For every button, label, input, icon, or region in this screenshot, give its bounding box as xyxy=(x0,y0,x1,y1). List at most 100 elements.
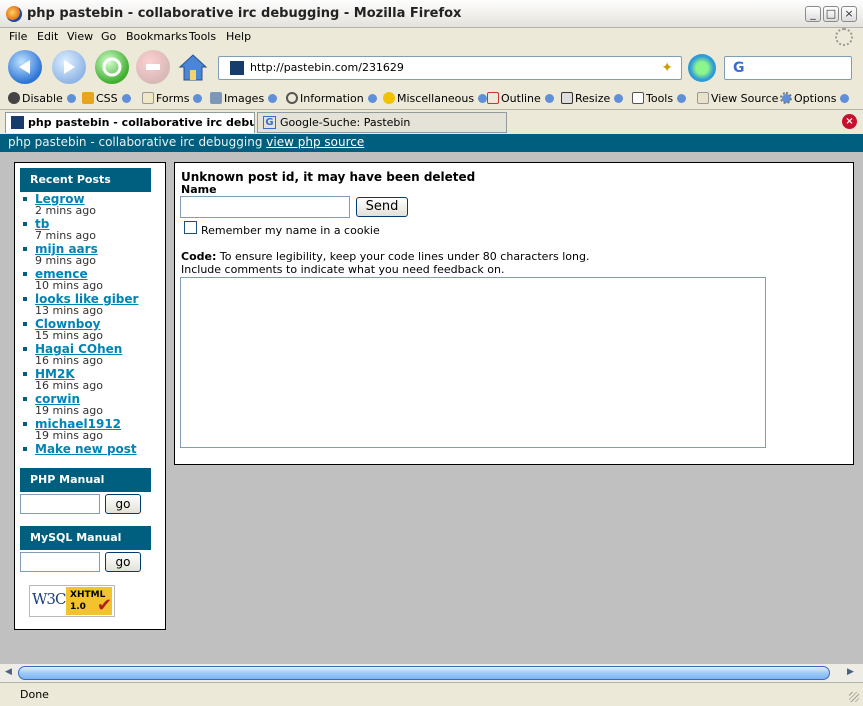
close-tab-icon[interactable]: × xyxy=(842,114,857,129)
page-content: Recent Posts Legrow 2 mins ago tb 7 mins a… xyxy=(0,152,863,664)
menu-tools[interactable]: Tools xyxy=(189,30,216,43)
site-header-text: php pastebin - collaborative irc debuggi… xyxy=(8,135,263,149)
css-label: CSS xyxy=(96,92,118,105)
w3c-xhtml-badge[interactable]: W3C XHTML 1.0 ✔ xyxy=(29,585,115,617)
code-textarea[interactable] xyxy=(180,277,766,448)
mysql-go-button[interactable]: go xyxy=(105,552,141,572)
forward-button[interactable] xyxy=(52,50,86,84)
scrollbar-thumb[interactable] xyxy=(18,666,830,680)
mysql-manual-input[interactable] xyxy=(20,552,100,572)
menu-view[interactable]: View xyxy=(67,30,93,43)
mysql-manual-heading: MySQL Manual xyxy=(20,526,151,550)
tab-google-search[interactable]: G Google-Suche: Pastebin xyxy=(257,112,507,133)
stop-button[interactable] xyxy=(136,50,170,84)
menu-go[interactable]: Go xyxy=(101,30,116,43)
list-item: HM2K 16 mins ago xyxy=(21,368,138,393)
stop-icon xyxy=(146,64,160,70)
url-text: http://pastebin.com/231629 xyxy=(250,61,404,74)
navigation-toolbar: http://pastebin.com/231629 ✦ G xyxy=(0,46,863,88)
list-item: Legrow 2 mins ago xyxy=(21,193,138,218)
options-menu[interactable]: Options xyxy=(780,92,850,105)
bulb-icon xyxy=(383,92,395,104)
firefox-logo-icon xyxy=(6,6,22,22)
search-input[interactable]: G xyxy=(724,56,852,80)
back-button[interactable] xyxy=(8,50,42,84)
dropdown-icon xyxy=(544,94,554,103)
throbber-icon xyxy=(835,28,853,46)
minimize-button[interactable]: _ xyxy=(805,6,821,22)
status-text: Done xyxy=(20,688,49,701)
title-bar: php pastebin - collaborative irc debuggi… xyxy=(0,0,863,28)
scroll-left-icon[interactable]: ◀ xyxy=(5,667,12,677)
list-item: looks like giber 13 mins ago xyxy=(21,293,138,318)
tab-label: php pastebin - collaborative irc debug..… xyxy=(28,116,255,129)
tools-menu[interactable]: Tools xyxy=(632,92,687,105)
home-button[interactable] xyxy=(176,50,210,84)
options-label: Options xyxy=(794,92,837,105)
google-favicon-icon: G xyxy=(263,116,276,129)
horizontal-scrollbar[interactable]: ◀ ▶ xyxy=(0,664,863,682)
menu-file[interactable]: File xyxy=(9,30,27,43)
tools-check-icon xyxy=(632,92,644,104)
back-arrow-icon xyxy=(19,60,30,74)
paste-form-panel: Unknown post id, it may have been delete… xyxy=(174,162,854,465)
php-manual-heading: PHP Manual xyxy=(20,468,151,492)
make-new-post-link[interactable]: Make new post xyxy=(35,443,138,455)
dropdown-icon xyxy=(840,94,850,103)
close-button[interactable]: × xyxy=(841,6,857,22)
menu-edit[interactable]: Edit xyxy=(37,30,58,43)
name-field[interactable] xyxy=(180,196,350,218)
forward-arrow-icon xyxy=(64,60,75,74)
tools-label: Tools xyxy=(646,92,674,105)
maximize-button[interactable]: □ xyxy=(823,6,839,22)
images-menu[interactable]: Images xyxy=(210,92,278,105)
site-header: php pastebin - collaborative irc debuggi… xyxy=(0,134,863,152)
url-bar[interactable]: http://pastebin.com/231629 ✦ xyxy=(218,56,682,80)
css-menu[interactable]: CSS xyxy=(82,92,131,105)
remember-label: Remember my name in a cookie xyxy=(201,224,380,237)
tab-pastebin[interactable]: php pastebin - collaborative irc debug..… xyxy=(5,112,255,133)
menu-help[interactable]: Help xyxy=(226,30,251,43)
post-time: 19 mins ago xyxy=(35,429,103,442)
resize-menu[interactable]: Resize xyxy=(561,92,624,105)
list-item: tb 7 mins ago xyxy=(21,218,138,243)
checkmark-icon: ✔ xyxy=(96,595,112,616)
php-manual-input[interactable] xyxy=(20,494,100,514)
miscellaneous-label: Miscellaneous xyxy=(397,92,475,105)
menu-bar: File Edit View Go Bookmarks Tools Help xyxy=(0,28,863,46)
information-menu[interactable]: Information xyxy=(286,92,377,105)
name-label: Name xyxy=(181,183,217,196)
reload-button[interactable] xyxy=(95,50,129,84)
outline-menu[interactable]: Outline xyxy=(487,92,554,105)
bookmark-star-icon[interactable]: ✦ xyxy=(661,60,673,76)
recent-posts-list: Legrow 2 mins ago tb 7 mins ago mijn aars 9… xyxy=(21,193,138,457)
dropdown-icon xyxy=(478,94,488,103)
remember-checkbox[interactable] xyxy=(184,221,197,234)
forms-label: Forms xyxy=(156,92,190,105)
scroll-right-icon[interactable]: ▶ xyxy=(847,667,854,677)
php-go-button[interactable]: go xyxy=(105,494,141,514)
images-icon xyxy=(210,92,222,104)
status-bar: Done xyxy=(0,682,863,706)
list-item: michael1912 19 mins ago xyxy=(21,418,138,443)
resize-grip-icon[interactable] xyxy=(849,692,859,702)
view-source-menu[interactable]: View Source xyxy=(697,92,792,105)
miscellaneous-menu[interactable]: Miscellaneous xyxy=(383,92,488,105)
go-button[interactable] xyxy=(688,54,716,82)
recent-posts-heading: Recent Posts xyxy=(20,168,151,192)
disable-icon xyxy=(8,92,20,104)
send-button[interactable]: Send xyxy=(356,197,408,217)
post-time: 10 mins ago xyxy=(35,279,103,292)
error-message: Unknown post id, it may have been delete… xyxy=(181,170,476,184)
dropdown-icon xyxy=(268,94,278,103)
menu-bookmarks[interactable]: Bookmarks xyxy=(126,30,187,43)
outline-label: Outline xyxy=(501,92,541,105)
list-item: mijn aars 9 mins ago xyxy=(21,243,138,268)
code-instructions: Code: To ensure legibility, keep your co… xyxy=(181,250,589,276)
view-php-source-link[interactable]: view php source xyxy=(266,135,364,149)
pastebin-favicon-icon xyxy=(11,116,24,129)
disable-menu[interactable]: Disable xyxy=(8,92,76,105)
list-item: Hagai COhen 16 mins ago xyxy=(21,343,138,368)
forms-menu[interactable]: Forms xyxy=(142,92,203,105)
view-source-icon xyxy=(697,92,709,104)
